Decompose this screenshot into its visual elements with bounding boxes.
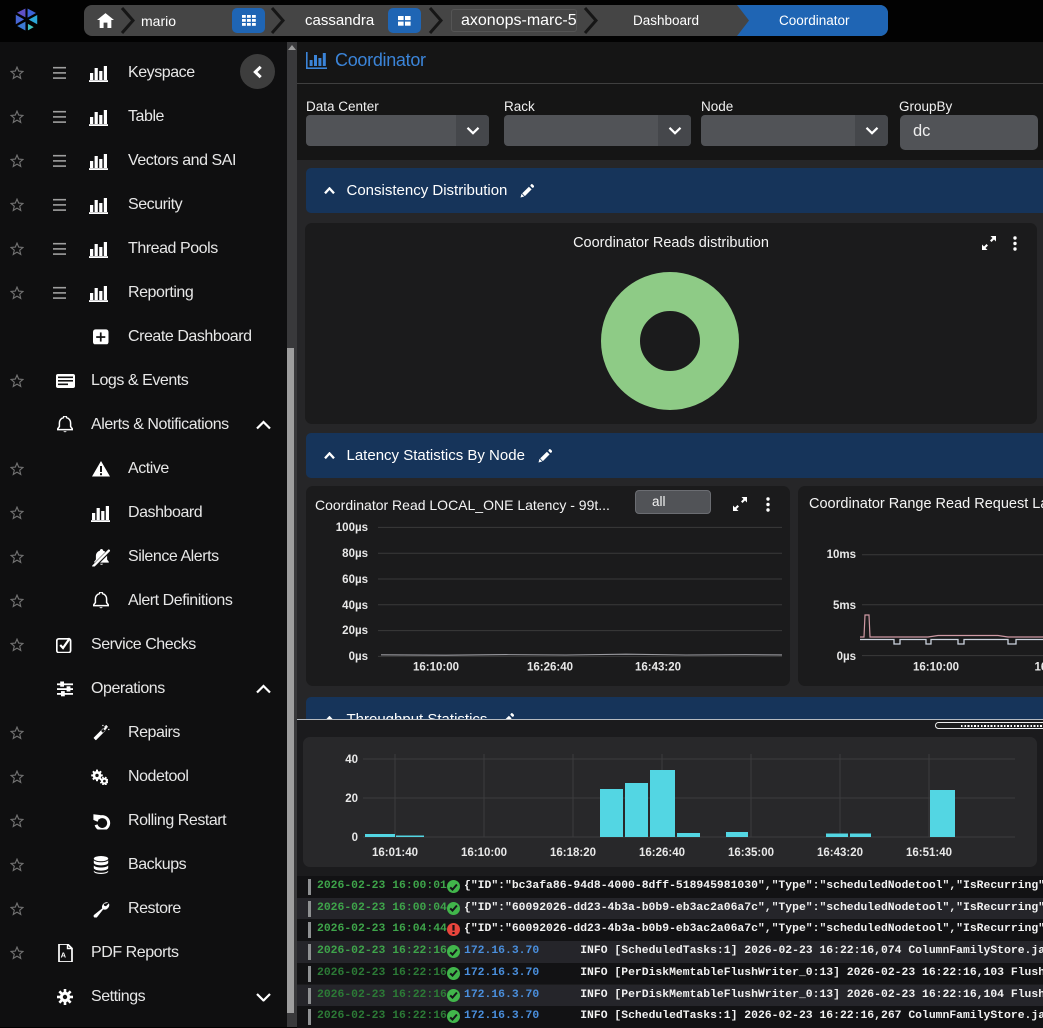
svg-text:16:26:40: 16:26:40 bbox=[639, 847, 685, 859]
svg-text:10ms: 10ms bbox=[827, 549, 856, 561]
svg-text:40: 40 bbox=[345, 754, 358, 766]
svg-text:100µs: 100µs bbox=[336, 522, 368, 534]
svg-text:16:01:40: 16:01:40 bbox=[372, 847, 418, 859]
svg-text:0µs: 0µs bbox=[837, 651, 856, 663]
svg-text:20µs: 20µs bbox=[342, 625, 368, 637]
svg-text:16:51:40: 16:51:40 bbox=[906, 847, 952, 859]
svg-text:16:2: 16:2 bbox=[1034, 662, 1043, 674]
svg-text:16:10:00: 16:10:00 bbox=[913, 662, 959, 674]
svg-text:60µs: 60µs bbox=[342, 574, 368, 586]
svg-text:5ms: 5ms bbox=[833, 600, 856, 612]
svg-text:16:35:00: 16:35:00 bbox=[728, 847, 774, 859]
svg-text:20: 20 bbox=[345, 793, 358, 805]
svg-text:16:10:00: 16:10:00 bbox=[461, 847, 507, 859]
svg-text:16:43:20: 16:43:20 bbox=[817, 847, 863, 859]
svg-text:40µs: 40µs bbox=[342, 600, 368, 612]
svg-text:80µs: 80µs bbox=[342, 548, 368, 560]
svg-text:16:26:40: 16:26:40 bbox=[527, 662, 573, 674]
svg-text:16:18:20: 16:18:20 bbox=[550, 847, 596, 859]
svg-text:16:43:20: 16:43:20 bbox=[635, 662, 681, 674]
svg-text:0: 0 bbox=[352, 832, 358, 844]
svg-text:16:10:00: 16:10:00 bbox=[413, 662, 459, 674]
svg-text:0µs: 0µs bbox=[349, 651, 368, 663]
